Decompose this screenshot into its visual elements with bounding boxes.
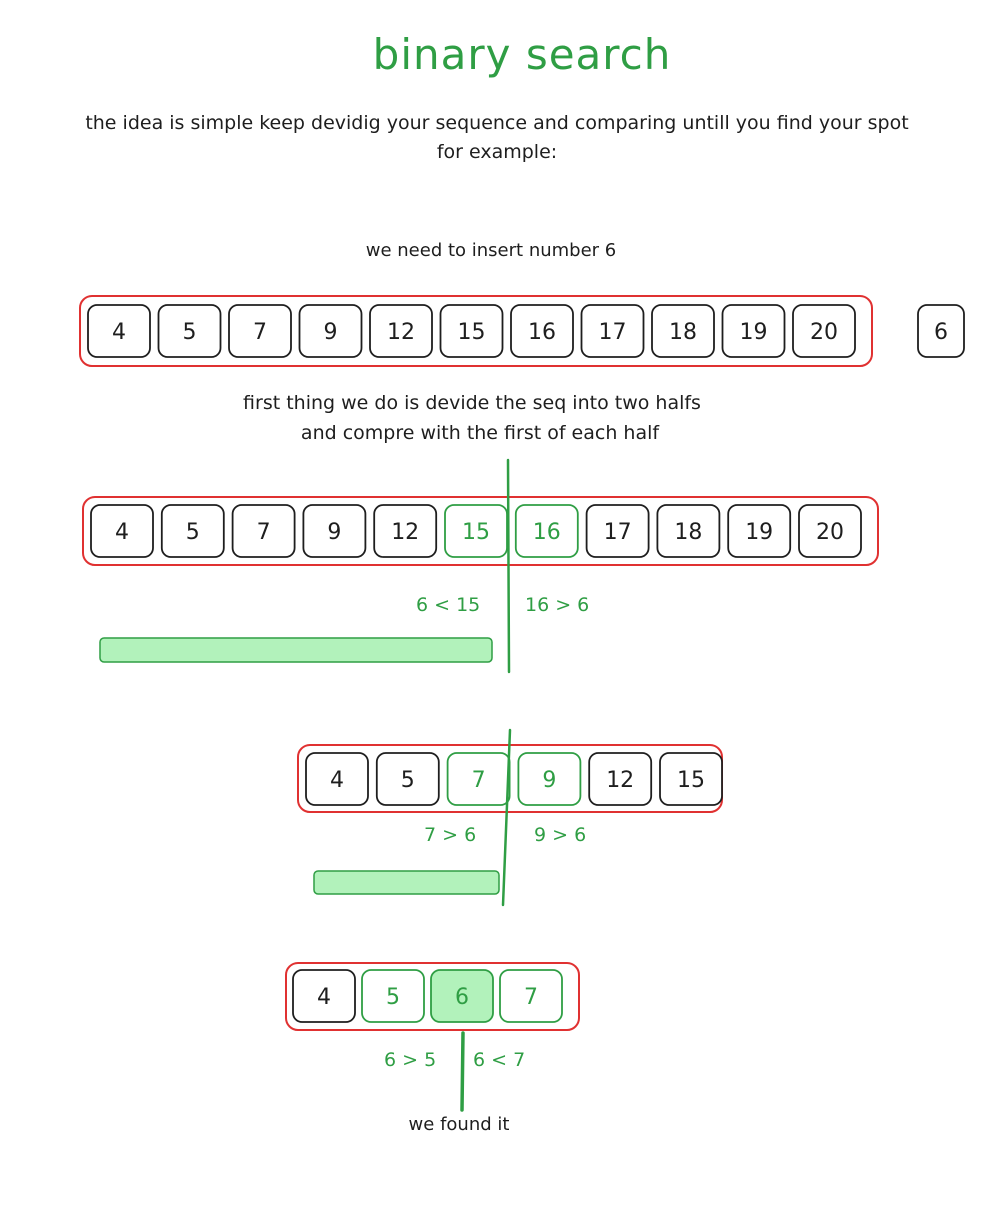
initial-cell-2-label: 7: [253, 320, 267, 345]
binary-search-diagram: binary search the idea is simple keep de…: [0, 0, 1008, 1226]
step2-left-half-bar: [313, 870, 500, 895]
step1-cell-5-label: 15: [462, 520, 490, 545]
initial-cell-9-label: 19: [740, 320, 768, 345]
initial-cell-6-label: 16: [528, 320, 556, 345]
step1-cell-10-label: 20: [816, 520, 844, 545]
initial-cell-7-label: 17: [599, 320, 627, 345]
step2-cell-0-label: 4: [330, 768, 344, 793]
step1-cell-0-label: 4: [115, 520, 129, 545]
step3-cell-2-label: 6: [455, 985, 469, 1010]
step1-left-half-bar: [99, 637, 493, 663]
diagram-canvas: 4 5 7 9 12 15 16 17 18 19 20 6 4 5 7 9 12 15 16 17 18 19 20 4 5 7…: [79, 295, 965, 1112]
initial-cell-8-label: 18: [669, 320, 697, 345]
step1-cell-9-label: 19: [745, 520, 773, 545]
initial-cell-1-label: 5: [183, 320, 197, 345]
step3-cell-1-label: 5: [386, 985, 400, 1010]
initial-cell-0-label: 4: [112, 320, 126, 345]
step2-cell-2-label: 7: [472, 768, 486, 793]
step1-cell-1-label: 5: [186, 520, 200, 545]
step1-cell-8-label: 18: [674, 520, 702, 545]
step3-divider-line: [460, 1031, 465, 1112]
initial-cell-3-label: 9: [324, 320, 338, 345]
step3-cell-0-label: 4: [317, 985, 331, 1010]
step1-cell-6-label: 16: [533, 520, 561, 545]
step1-divider-line: [506, 458, 511, 674]
step1-cell-3-label: 9: [327, 520, 341, 545]
step2-cell-1-label: 5: [401, 768, 415, 793]
step1-cell-2-label: 7: [257, 520, 271, 545]
initial-cell-5-label: 15: [458, 320, 486, 345]
step3-cell-3-label: 7: [524, 985, 538, 1010]
initial-cell-10-label: 20: [810, 320, 838, 345]
step2-cell-4-label: 12: [606, 768, 634, 793]
step1-cell-4-label: 12: [391, 520, 419, 545]
target-cell-label: 6: [934, 320, 948, 345]
step1-cell-7-label: 17: [604, 520, 632, 545]
step2-cell-3-label: 9: [542, 768, 556, 793]
step2-cell-5-label: 15: [677, 768, 705, 793]
initial-cell-4-label: 12: [387, 320, 415, 345]
